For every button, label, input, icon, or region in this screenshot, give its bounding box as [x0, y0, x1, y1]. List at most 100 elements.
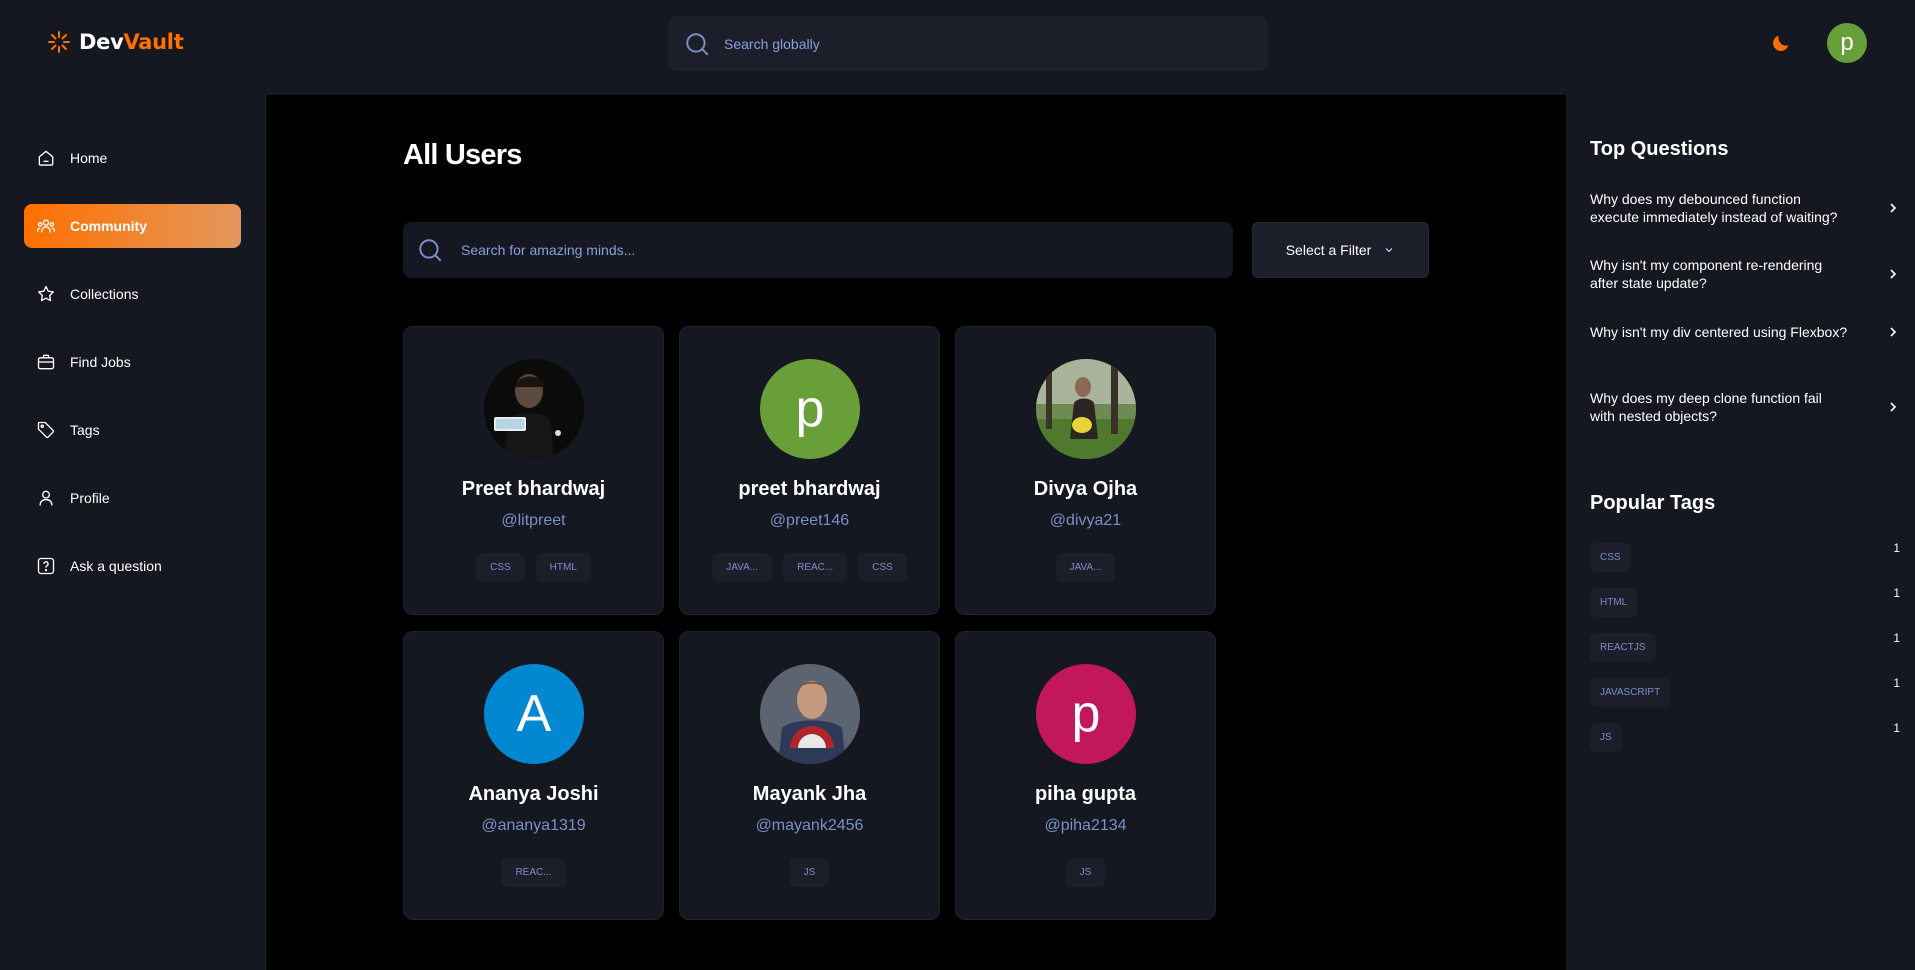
person-photo-icon [484, 359, 584, 459]
user-handle: @preet146 [769, 512, 850, 529]
user-tags: JS [680, 858, 939, 887]
user-name: Divya Ojha [1033, 478, 1138, 500]
sidebar-item-profile[interactable]: Profile [24, 476, 241, 520]
logo-icon [48, 31, 70, 53]
tag-badge[interactable]: JS [789, 858, 830, 887]
page-title: All Users [403, 139, 522, 171]
user-tags: REAC... [404, 858, 663, 887]
user-search-input[interactable] [461, 242, 1221, 258]
popular-tag[interactable]: JAVASCRIPT [1590, 678, 1671, 707]
popular-tag-row[interactable]: JS 1 [1590, 721, 1900, 752]
users-icon [37, 219, 55, 233]
user-card[interactable]: p preet bhardwaj @preet146 JAVA... REAC.… [679, 326, 940, 615]
popular-tag-row[interactable]: JAVASCRIPT 1 [1590, 676, 1900, 707]
popular-tag-row[interactable]: REACTJS 1 [1590, 631, 1900, 662]
user-name: piha gupta [1034, 783, 1137, 805]
user-card[interactable]: Divya Ojha @divya21 JAVA... [955, 326, 1216, 615]
tag-badge[interactable]: JAVA... [1055, 553, 1116, 582]
main-content: All Users Select a Filter Preet bhardwaj… [266, 95, 1566, 970]
user-avatar-initial: p [760, 359, 860, 459]
popular-tag[interactable]: REACTJS [1590, 633, 1656, 662]
sidebar-item-label: Home [70, 150, 108, 166]
user-handle: @piha2134 [1044, 817, 1127, 834]
user-tags: JAVA... REAC... CSS [680, 553, 939, 582]
question-text: Why does my deep clone function fail wit… [1590, 390, 1822, 424]
sidebar-item-label: Community [70, 218, 147, 234]
popular-tag-row[interactable]: HTML 1 [1590, 586, 1900, 617]
user-card[interactable]: Mayank Jha @mayank2456 JS [679, 631, 940, 920]
user-card[interactable]: A Ananya Joshi @ananya1319 REAC... [403, 631, 664, 920]
popular-tag[interactable]: CSS [1590, 543, 1631, 572]
user-avatar-photo [760, 664, 860, 764]
user-handle: @divya21 [1049, 512, 1122, 529]
sidebar-item-tags[interactable]: Tags [24, 408, 241, 452]
home-icon [38, 150, 54, 166]
sidebar-item-home[interactable]: Home [24, 136, 241, 180]
top-question-item[interactable]: Why isn't my component re-rendering afte… [1590, 256, 1900, 292]
chevron-down-icon [1385, 248, 1393, 253]
logo-text-vault: Vault [123, 30, 184, 54]
theme-toggle[interactable] [1769, 31, 1793, 55]
popular-tag-count: 1 [1893, 676, 1900, 690]
user-handle: @mayank2456 [755, 817, 864, 834]
filter-select[interactable]: Select a Filter [1252, 222, 1429, 278]
sidebar-item-ask-question[interactable]: Ask a question [24, 544, 241, 588]
sidebar-item-label: Profile [70, 490, 110, 506]
star-icon [38, 285, 54, 302]
right-sidebar: Top Questions Why does my debounced func… [1566, 95, 1915, 970]
popular-tag[interactable]: JS [1590, 723, 1622, 752]
question-text: Why does my debounced function execute i… [1590, 191, 1838, 225]
user-name: Mayank Jha [752, 783, 867, 805]
chevron-right-icon [1890, 269, 1897, 279]
sidebar-item-collections[interactable]: Collections [24, 272, 241, 316]
person-photo-icon [1036, 359, 1136, 459]
user-avatar-initial: A [484, 664, 584, 764]
popular-tag-row[interactable]: CSS 1 [1590, 541, 1900, 572]
sidebar-item-label: Collections [70, 286, 139, 302]
tag-badge[interactable]: REAC... [501, 858, 566, 887]
popular-tag-count: 1 [1893, 586, 1900, 600]
user-search-bar [403, 222, 1233, 278]
top-question-item[interactable]: Why does my debounced function execute i… [1590, 190, 1900, 226]
chevron-right-icon [1890, 203, 1897, 213]
tag-badge[interactable]: CSS [858, 553, 907, 582]
question-text: Why isn't my div centered using Flexbox? [1590, 324, 1848, 340]
user-card[interactable]: Preet bhardwaj @litpreet CSS HTML [403, 326, 664, 615]
navbar: DevVault p [0, 0, 1915, 95]
user-avatar-photo [484, 359, 584, 459]
sidebar-item-find-jobs[interactable]: Find Jobs [24, 340, 241, 384]
global-search-bar [668, 16, 1268, 71]
tag-badge[interactable]: JS [1065, 858, 1106, 887]
moon-icon [1773, 35, 1789, 51]
user-tags: JS [956, 858, 1215, 887]
user-name: Preet bhardwaj [461, 478, 606, 500]
tag-badge[interactable]: REAC... [783, 553, 848, 582]
popular-tags-title: Popular Tags [1590, 492, 1716, 514]
top-questions-title: Top Questions [1590, 138, 1729, 160]
user-avatar-initial: p [1036, 664, 1136, 764]
top-question-item[interactable]: Why isn't my div centered using Flexbox? [1590, 323, 1900, 341]
tag-badge[interactable]: JAVA... [712, 553, 773, 582]
logo-text-dev: Dev [79, 30, 124, 54]
popular-tag-count: 1 [1893, 541, 1900, 555]
popular-tag-count: 1 [1893, 631, 1900, 645]
top-question-item[interactable]: Why does my deep clone function fail wit… [1590, 389, 1900, 425]
tag-badge[interactable]: HTML [535, 553, 591, 582]
user-name: Ananya Joshi [468, 783, 599, 805]
user-tags: JAVA... [956, 553, 1215, 582]
popular-tag-count: 1 [1893, 721, 1900, 735]
user-icon [39, 490, 53, 506]
search-icon [419, 239, 442, 262]
suitcase-icon [37, 354, 55, 370]
tag-badge[interactable]: CSS [476, 553, 525, 582]
question-icon [37, 557, 55, 575]
logo[interactable]: DevVault [47, 30, 184, 54]
sidebar-item-community[interactable]: Community [24, 204, 241, 248]
user-card[interactable]: p piha gupta @piha2134 JS [955, 631, 1216, 920]
user-handle: @litpreet [501, 512, 566, 529]
popular-tag[interactable]: HTML [1590, 588, 1638, 617]
left-sidebar: Home Community Collections Find Jobs Tag… [0, 95, 266, 970]
filter-select-label: Select a Filter [1285, 242, 1372, 258]
user-avatar[interactable]: p [1827, 23, 1867, 63]
global-search-input[interactable] [724, 35, 1244, 52]
